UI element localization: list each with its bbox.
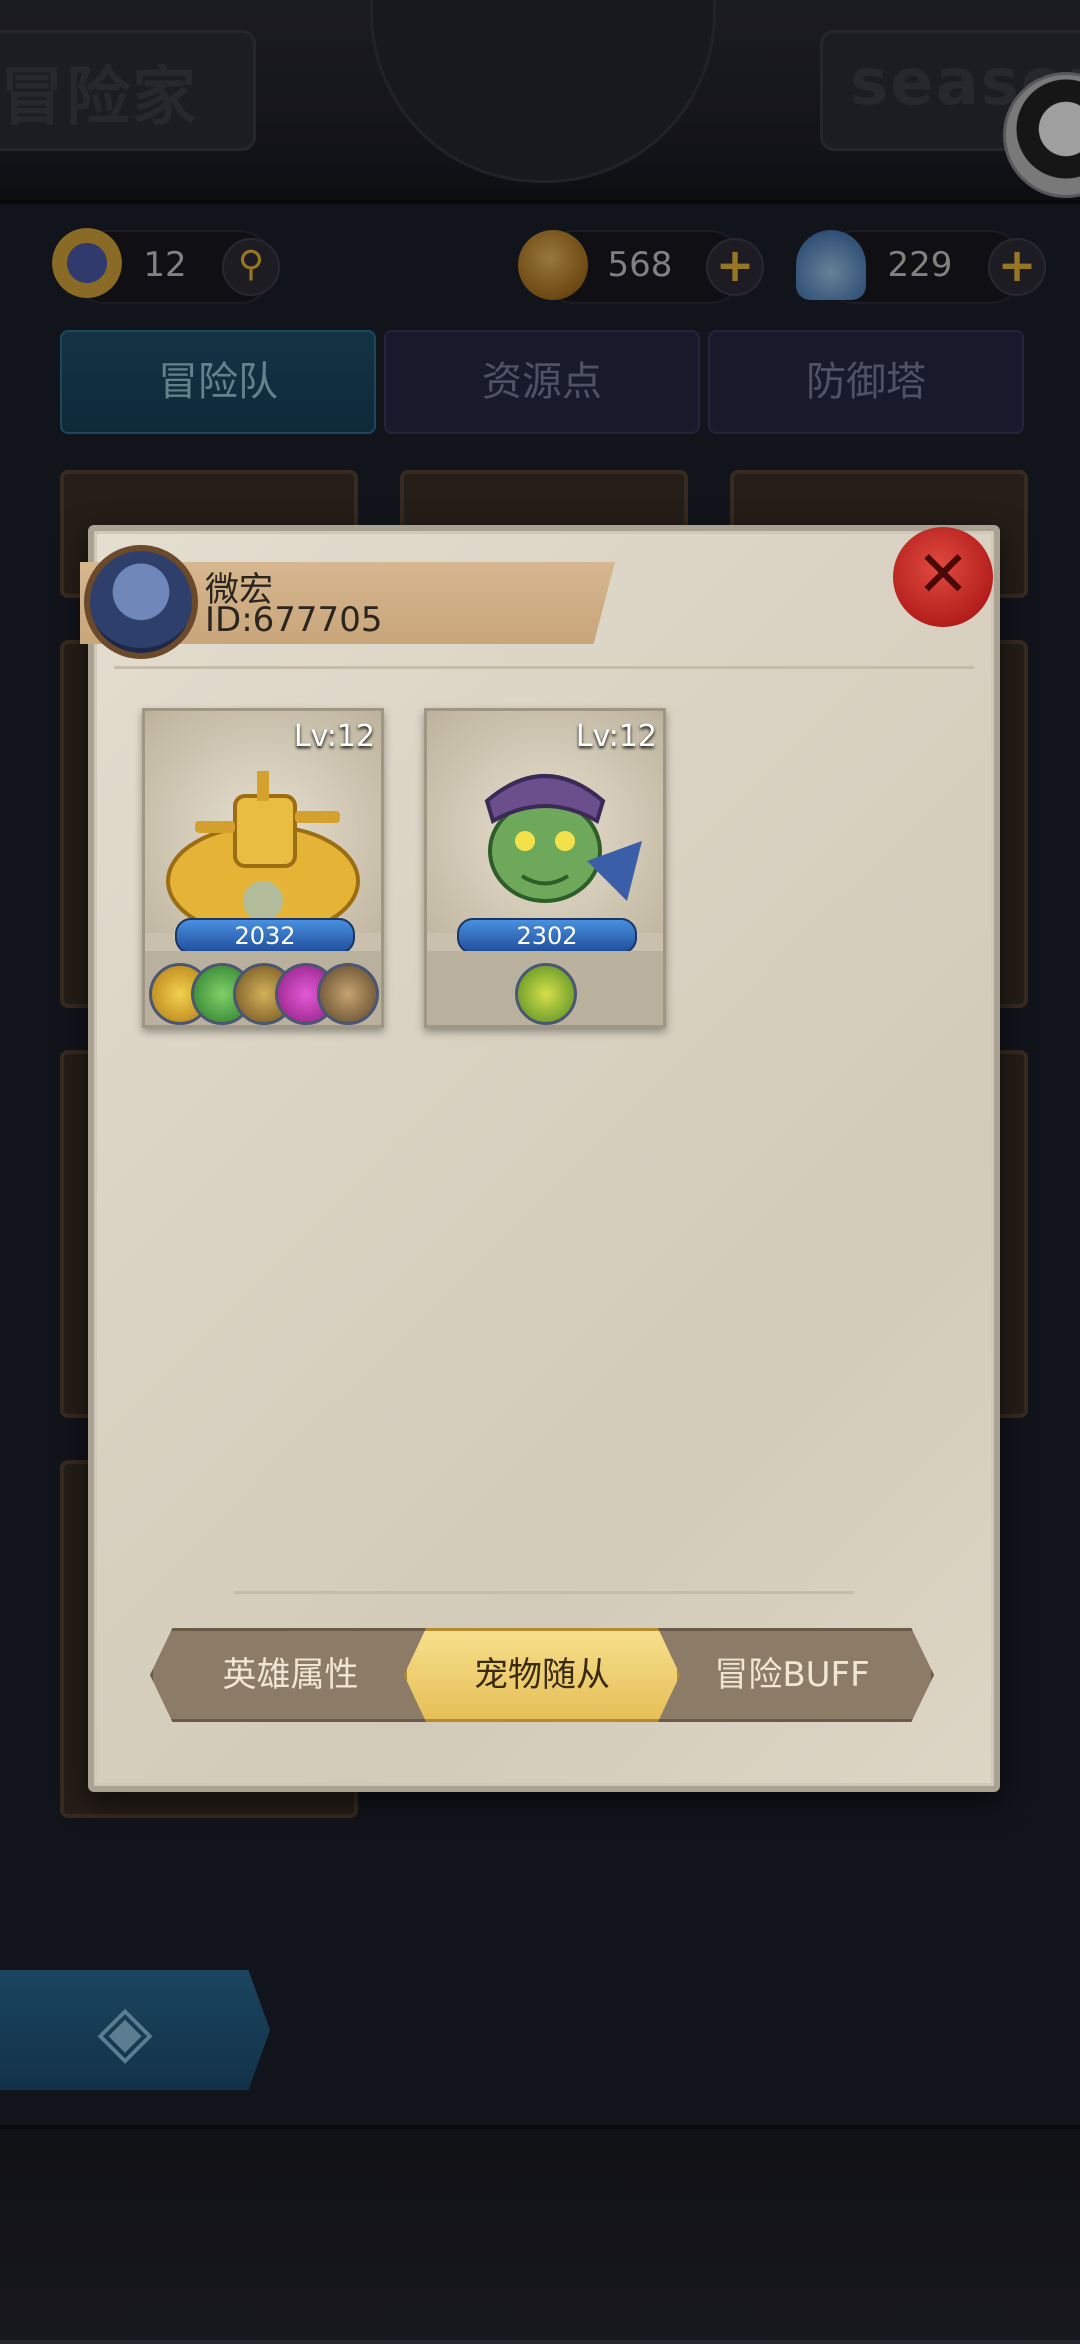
- claw-gem-icon[interactable]: [317, 963, 379, 1025]
- pet-level: Lv:12: [575, 719, 657, 754]
- close-icon: ✕: [916, 538, 970, 612]
- pet-gems: [427, 951, 663, 1025]
- tab-adventure-buff[interactable]: 冒险BUFF: [650, 1628, 934, 1722]
- divider: [234, 1591, 854, 1594]
- pet-gems: [145, 951, 381, 1025]
- pet-card[interactable]: Lv:12 2032: [142, 708, 384, 1028]
- tab-pet-followers[interactable]: 宠物随从: [404, 1628, 680, 1722]
- pet-level: Lv:12: [293, 719, 375, 754]
- pet-power: 2302: [457, 918, 637, 954]
- divider: [114, 666, 974, 669]
- close-button[interactable]: ✕: [893, 527, 993, 627]
- player-id: ID:677705: [205, 600, 383, 640]
- pet-power: 2032: [175, 918, 355, 954]
- pet-card[interactable]: Lv:12 2302: [424, 708, 666, 1028]
- tab-hero-attributes[interactable]: 英雄属性: [150, 1628, 431, 1722]
- player-avatar: [84, 545, 198, 659]
- amulet-gem-icon[interactable]: [515, 963, 577, 1025]
